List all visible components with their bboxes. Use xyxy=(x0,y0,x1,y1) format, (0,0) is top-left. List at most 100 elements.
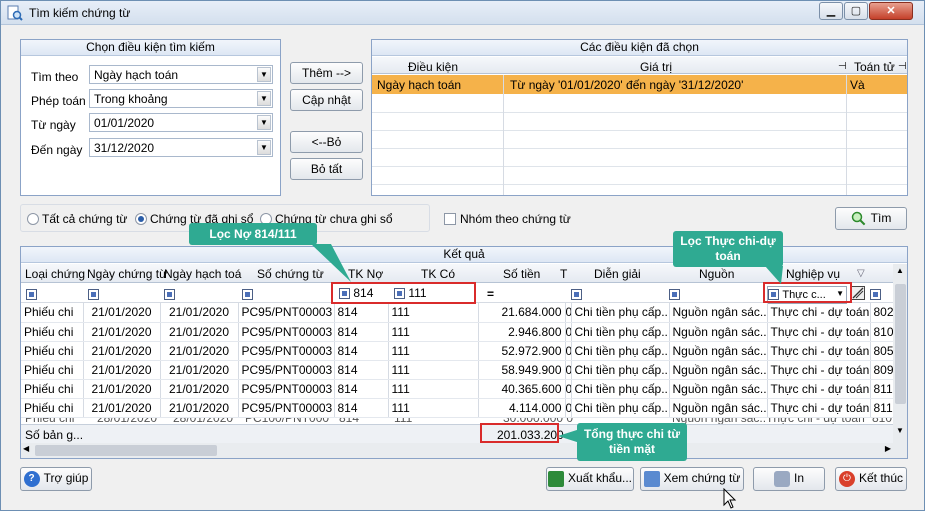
header-operation: Nghiệp vụ xyxy=(786,267,841,281)
callout-pointer xyxy=(765,266,783,284)
table-cell: 21/01/2020 xyxy=(83,379,161,399)
table-cell: 52.972.900 xyxy=(478,341,566,361)
power-icon: ⏻ xyxy=(838,470,855,487)
table-cell: Nguồn ngân sác.. xyxy=(669,360,768,380)
table-cell: Phiếu chi xyxy=(21,322,84,342)
exit-button[interactable]: ⏻ Kết thúc xyxy=(835,467,907,491)
table-cell: 111 xyxy=(388,303,479,323)
checkbox-box xyxy=(444,213,456,225)
table-cell: Chi tiền phụ cấp.. xyxy=(571,303,670,323)
table-row[interactable]: Phiếu chi 21/01/2020 21/01/2020 PC95/PNT000… xyxy=(21,303,894,323)
table-row[interactable]: Phiếu chi 21/01/2020 21/01/2020 PC95/PNT000… xyxy=(21,398,894,418)
radio-circle xyxy=(135,213,147,225)
to-date-value: 31/12/2020 xyxy=(94,141,155,155)
results-table: Phiếu chi 21/01/2020 21/01/2020 PC95/PNT000… xyxy=(21,303,894,418)
print-button[interactable]: In xyxy=(753,467,825,491)
table-cell: 21/01/2020 xyxy=(160,379,239,399)
scroll-thumb[interactable] xyxy=(895,284,906,404)
group-by-voucher-checkbox[interactable]: Nhóm theo chứng từ xyxy=(444,212,571,226)
condition-cell: Ngày hạch toán xyxy=(377,78,462,92)
table-cell: 21/01/2020 xyxy=(83,303,161,323)
document-icon xyxy=(643,470,660,487)
search-button[interactable]: Tìm xyxy=(835,207,907,230)
header-description: Diễn giải xyxy=(594,267,641,281)
condition-row[interactable]: Ngày hạch toán Từ ngày '01/01/2020' đến … xyxy=(372,75,907,94)
maximize-button[interactable]: ▢ xyxy=(844,2,868,20)
mouse-cursor-icon xyxy=(723,488,737,509)
table-cell: 811 xyxy=(870,398,894,418)
help-icon: ? xyxy=(23,470,40,487)
printer-icon xyxy=(773,470,790,487)
table-cell: 111 xyxy=(388,341,479,361)
table-row[interactable]: Phiếu chi 21/01/2020 21/01/2020 PC95/PNT000… xyxy=(21,360,894,380)
from-date-field[interactable]: 01/01/2020 ▼ xyxy=(89,113,273,132)
table-cell: 0 xyxy=(565,379,572,399)
table-cell: Phiếu chi xyxy=(21,398,84,418)
table-cell: Thực chi - dự toán xyxy=(767,360,871,380)
close-button[interactable]: ✕ xyxy=(869,2,913,20)
table-cell: Nguồn ngân sác.. xyxy=(669,398,768,418)
table-row[interactable]: Phiếu chi 21/01/2020 21/01/2020 PC95/PNT000… xyxy=(21,379,894,399)
total-highlight xyxy=(480,423,559,443)
scroll-down-icon[interactable]: ▼ xyxy=(896,426,904,435)
scroll-right-icon[interactable]: ▶ xyxy=(885,444,891,453)
filter-icon xyxy=(571,289,582,301)
table-cell: 21/01/2020 xyxy=(83,398,161,418)
sort-icon: ▽ xyxy=(857,268,865,279)
operator-value: Trong khoảng xyxy=(94,92,168,106)
horizontal-scrollbar[interactable]: ◀ ▶ xyxy=(21,443,893,458)
table-cell: 0 xyxy=(565,303,572,323)
minimize-button[interactable]: ▁ xyxy=(819,2,843,20)
table-cell: Phiếu chi xyxy=(21,303,84,323)
table-cell: 21.684.000 xyxy=(478,303,566,323)
debit-filter-callout: Lọc Nợ 814/111 xyxy=(189,223,317,245)
table-cell: 0 xyxy=(565,360,572,380)
scroll-up-icon[interactable]: ▲ xyxy=(896,266,904,275)
table-cell: Nguồn ngân sác.. xyxy=(669,303,768,323)
header-credit-account: TK Có xyxy=(421,267,456,281)
table-cell: 21/01/2020 xyxy=(83,360,161,380)
table-cell: 809 xyxy=(870,360,894,380)
table-cell: Chi tiền phụ cấp.. xyxy=(571,379,670,399)
add-condition-button[interactable]: Thêm --> xyxy=(290,62,363,84)
table-cell: 111 xyxy=(388,360,479,380)
header-operator: Toán tử xyxy=(854,60,895,74)
radio-circle xyxy=(27,213,39,225)
filter-icon xyxy=(164,289,175,301)
table-row[interactable]: Phiếu chi 21/01/2020 21/01/2020 PC95/PNT000… xyxy=(21,322,894,342)
print-label: In xyxy=(793,471,804,485)
table-cell: Chi tiền phụ cấp.. xyxy=(571,360,670,380)
scroll-thumb[interactable] xyxy=(35,445,217,456)
search-by-select[interactable]: Ngày hạch toán ▼ xyxy=(89,65,273,84)
search-by-label: Tìm theo xyxy=(31,70,79,84)
chevron-down-icon: ▼ xyxy=(257,140,271,155)
to-date-field[interactable]: 31/12/2020 ▼ xyxy=(89,138,273,157)
clear-filter-icon[interactable] xyxy=(851,286,865,300)
filter-icon xyxy=(88,289,99,301)
all-vouchers-label: Tất cả chứng từ xyxy=(42,212,128,226)
scroll-left-icon[interactable]: ◀ xyxy=(23,444,29,453)
header-voucher-date: Ngày chứng từ xyxy=(87,267,168,281)
help-button[interactable]: ? Trợ giúp xyxy=(20,467,92,491)
header-posting-date: Ngày hạch toá xyxy=(164,267,242,281)
update-condition-button[interactable]: Cập nhật xyxy=(290,89,363,111)
header-source: Nguồn xyxy=(699,267,735,281)
vertical-scrollbar[interactable]: ▲ ▼ xyxy=(893,264,907,458)
table-cell: 21/01/2020 xyxy=(160,398,239,418)
chevron-down-icon: ▼ xyxy=(257,91,271,106)
from-date-label: Từ ngày xyxy=(31,118,76,132)
operator-select[interactable]: Trong khoảng ▼ xyxy=(89,89,273,108)
export-label: Xuất khẩu... xyxy=(567,471,633,485)
all-vouchers-radio[interactable]: Tất cả chứng từ xyxy=(27,212,127,226)
selected-conditions-title: Các điều kiện đã chọn xyxy=(372,40,907,56)
chevron-down-icon: ▼ xyxy=(257,67,271,82)
selected-conditions-panel: Các điều kiện đã chọn Điều kiện Giá trị … xyxy=(371,39,908,196)
table-cell: Thực chi - dự toán xyxy=(767,303,871,323)
search-criteria-title: Chọn điều kiện tìm kiếm xyxy=(21,40,280,56)
export-button[interactable]: Xuất khẩu... xyxy=(546,467,634,491)
table-row[interactable]: Phiếu chi 21/01/2020 21/01/2020 PC95/PNT000… xyxy=(21,341,894,361)
column-divider xyxy=(503,75,504,195)
remove-condition-button[interactable]: <--Bỏ xyxy=(290,131,363,153)
operator-label: Phép toán xyxy=(31,94,86,108)
remove-all-button[interactable]: Bỏ tất xyxy=(290,158,363,180)
